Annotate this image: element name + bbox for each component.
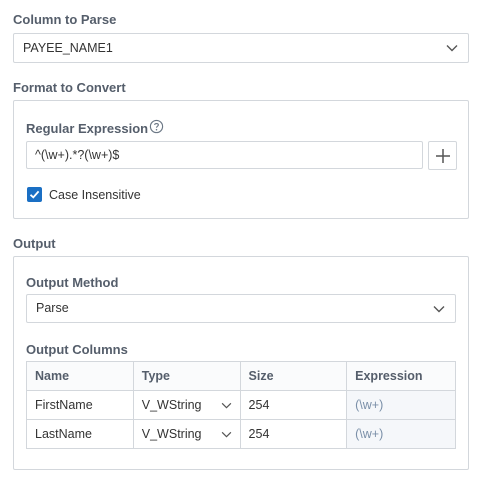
- format-to-convert-panel: Regular Expression ^(\w+).*?(\w+)$ Case …: [13, 100, 469, 219]
- regular-expression-label: Regular Expression: [26, 121, 149, 136]
- checkmark-icon: [29, 190, 40, 199]
- output-method-label: Output Method: [26, 275, 119, 290]
- cell-name[interactable]: LastName: [26, 419, 134, 449]
- output-method-select[interactable]: Parse: [26, 294, 456, 323]
- table-row: FirstName V_WString 254 (\w+): [26, 390, 456, 420]
- format-to-convert-label: Format to Convert: [13, 80, 126, 95]
- output-panel: Output Method Parse Output Columns Name …: [13, 256, 469, 470]
- output-label: Output: [13, 236, 56, 251]
- regular-expression-input[interactable]: ^(\w+).*?(\w+)$: [26, 141, 423, 169]
- cell-expression: (\w+): [346, 419, 456, 449]
- column-to-parse-value: PAYEE_NAME1: [23, 41, 113, 55]
- column-header-type: Type: [132, 361, 241, 391]
- case-insensitive-checkbox[interactable]: [27, 187, 42, 202]
- output-method-value: Parse: [36, 301, 69, 315]
- cell-type-select[interactable]: V_WString: [132, 419, 241, 449]
- cell-name[interactable]: FirstName: [26, 390, 134, 420]
- cell-type-value: V_WString: [141, 398, 202, 412]
- cell-size[interactable]: 254: [239, 419, 348, 449]
- output-columns-table: Name Type Size Expression FirstName V_WS…: [26, 361, 456, 449]
- table-row: LastName V_WString 254 (\w+): [26, 419, 456, 449]
- cell-type-select[interactable]: V_WString: [132, 390, 241, 420]
- column-to-parse-select[interactable]: PAYEE_NAME1: [13, 33, 469, 63]
- case-insensitive-label[interactable]: Case Insensitive: [49, 188, 141, 202]
- column-to-parse-label: Column to Parse: [13, 12, 117, 27]
- chevron-down-icon: [221, 431, 231, 438]
- chevron-down-icon: [433, 306, 445, 313]
- column-header-expression: Expression: [346, 361, 456, 391]
- cell-expression: (\w+): [346, 390, 456, 420]
- plus-icon: [436, 149, 450, 163]
- cell-size[interactable]: 254: [239, 390, 348, 420]
- cell-type-value: V_WString: [141, 427, 202, 441]
- table-header-row: Name Type Size Expression: [26, 361, 456, 391]
- output-columns-label: Output Columns: [26, 342, 128, 357]
- add-expression-button[interactable]: [428, 141, 457, 170]
- column-header-size: Size: [239, 361, 348, 391]
- chevron-down-icon: [446, 45, 458, 52]
- column-header-name: Name: [26, 361, 134, 391]
- chevron-down-icon: [221, 402, 231, 409]
- help-icon[interactable]: [149, 119, 164, 134]
